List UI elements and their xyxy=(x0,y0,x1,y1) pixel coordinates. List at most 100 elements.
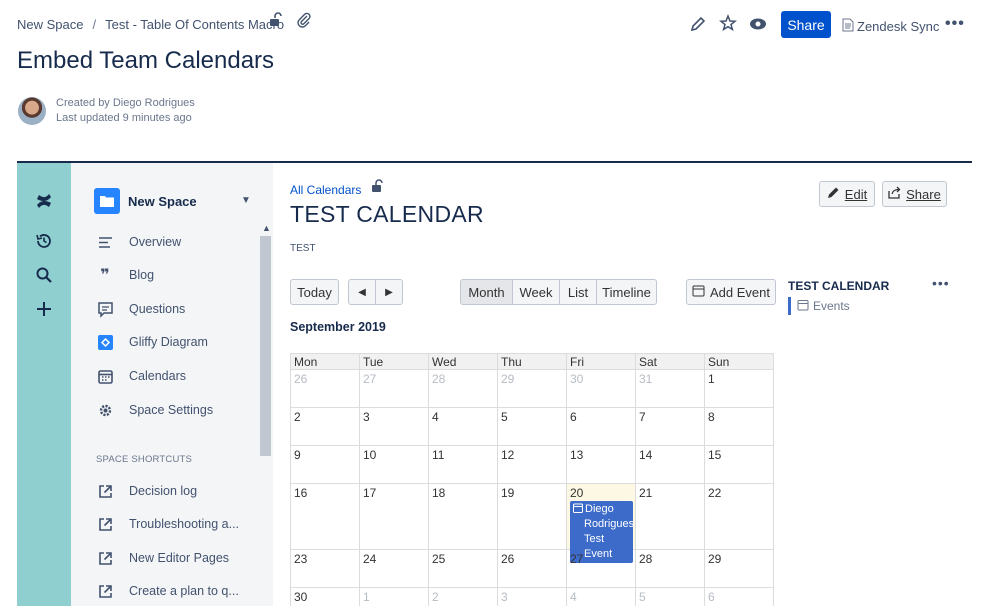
pencil-icon[interactable] xyxy=(689,15,707,33)
day-cell[interactable]: 13 xyxy=(566,446,635,483)
day-cell[interactable]: 5 xyxy=(635,588,704,606)
restriction-unlock-icon[interactable] xyxy=(371,179,383,198)
day-cell[interactable]: 27 xyxy=(359,370,428,407)
previous-month-button[interactable]: ◀ xyxy=(348,279,376,305)
day-cell[interactable]: 4 xyxy=(566,588,635,606)
sidebar-item-blog[interactable]: ❞ Blog xyxy=(95,266,154,284)
shortcut-decision-log[interactable]: Decision log xyxy=(95,482,197,500)
edit-button[interactable]: Edit xyxy=(819,181,875,207)
last-updated[interactable]: Last updated 9 minutes ago xyxy=(56,111,195,126)
view-month-button[interactable]: Month xyxy=(460,279,513,305)
confluence-logo-icon[interactable] xyxy=(34,191,54,211)
weekday-fri: Fri xyxy=(566,354,635,369)
day-cell[interactable]: 9 xyxy=(291,446,359,483)
weekday-mon: Mon xyxy=(294,355,318,369)
space-name: New Space xyxy=(128,193,197,209)
day-number: 9 xyxy=(294,448,301,462)
star-icon[interactable] xyxy=(719,14,737,32)
view-list-button[interactable]: List xyxy=(559,279,597,305)
breadcrumb-parent-page[interactable]: Test - Table Of Contents Macro xyxy=(105,17,284,32)
share-icon xyxy=(888,186,901,202)
external-link-icon xyxy=(95,515,115,533)
more-icon[interactable]: ••• xyxy=(945,15,965,33)
day-cell[interactable]: 25 xyxy=(428,550,497,587)
day-cell[interactable]: 3 xyxy=(359,408,428,445)
weekday-header: Mon Tue Wed Thu Fri Sat Sun xyxy=(290,353,774,369)
day-cell[interactable]: 6 xyxy=(566,408,635,445)
day-cell[interactable]: 24 xyxy=(359,550,428,587)
eye-icon[interactable] xyxy=(749,15,767,33)
day-cell[interactable]: 10 xyxy=(359,446,428,483)
day-number: 15 xyxy=(708,448,722,462)
day-cell[interactable]: 21 xyxy=(635,484,704,549)
day-cell[interactable]: 27 xyxy=(566,550,635,587)
day-cell[interactable]: 30 xyxy=(566,370,635,407)
day-cell[interactable]: 1 xyxy=(359,588,428,606)
day-cell[interactable]: 17 xyxy=(359,484,428,549)
more-icon[interactable]: ••• xyxy=(932,275,950,291)
day-cell[interactable]: 1 xyxy=(704,370,773,407)
day-cell[interactable]: 16 xyxy=(291,484,359,549)
sidebar-item-overview[interactable]: Overview xyxy=(95,233,181,251)
search-icon[interactable] xyxy=(34,265,54,285)
restriction-unlock-icon[interactable] xyxy=(268,12,284,33)
breadcrumb-space[interactable]: New Space xyxy=(17,17,83,32)
document-icon xyxy=(842,18,854,35)
shortcut-troubleshooting[interactable]: Troubleshooting a... xyxy=(95,515,239,533)
day-cell[interactable]: 20 Diego Rodrigues: Test Event xyxy=(566,484,637,563)
shortcut-create-a-plan[interactable]: Create a plan to q... xyxy=(95,582,239,600)
view-timeline-button[interactable]: Timeline xyxy=(596,279,657,305)
day-cell[interactable]: 8 xyxy=(704,408,773,445)
day-cell[interactable]: 31 xyxy=(635,370,704,407)
chevron-down-icon[interactable]: ▼ xyxy=(241,195,251,206)
today-button[interactable]: Today xyxy=(290,279,339,305)
day-cell[interactable]: 28 xyxy=(428,370,497,407)
attachment-icon[interactable] xyxy=(296,12,312,33)
all-calendars-link[interactable]: All Calendars xyxy=(290,183,361,197)
day-cell[interactable]: 22 xyxy=(704,484,773,549)
day-cell[interactable]: 6 xyxy=(704,588,773,606)
sidebar-item-gliffy-diagram[interactable]: Gliffy Diagram xyxy=(95,333,208,351)
day-cell[interactable]: 26 xyxy=(291,370,359,407)
day-cell[interactable]: 15 xyxy=(704,446,773,483)
create-icon[interactable] xyxy=(34,299,54,319)
add-event-button[interactable]: Add Event xyxy=(686,279,776,305)
scroll-up-arrow-icon[interactable]: ▲ xyxy=(262,223,271,233)
day-number: 29 xyxy=(501,372,515,386)
sidebar-item-questions[interactable]: Questions xyxy=(95,300,185,318)
calendar-share-button[interactable]: Share xyxy=(882,181,947,207)
day-cell[interactable]: 29 xyxy=(704,550,773,587)
day-cell[interactable]: 11 xyxy=(428,446,497,483)
day-cell[interactable]: 12 xyxy=(497,446,566,483)
day-cell[interactable]: 2 xyxy=(291,408,359,445)
day-cell[interactable]: 19 xyxy=(497,484,566,549)
day-cell[interactable]: 2 xyxy=(428,588,497,606)
sidebar-scrollbar-thumb[interactable] xyxy=(260,236,271,456)
avatar[interactable] xyxy=(18,97,46,125)
day-cell[interactable]: 23 xyxy=(291,550,359,587)
next-month-button[interactable]: ▶ xyxy=(375,279,403,305)
calendar-description: TEST xyxy=(290,243,316,254)
day-cell[interactable]: 18 xyxy=(428,484,497,549)
view-switcher: Month Week List Timeline xyxy=(460,279,657,305)
shortcut-new-editor-pages[interactable]: New Editor Pages xyxy=(95,549,229,567)
legend-events-item[interactable]: Events xyxy=(788,297,948,315)
zendesk-sync-button[interactable]: Zendesk Sync xyxy=(842,18,939,35)
sidebar-item-space-settings[interactable]: Space Settings xyxy=(95,401,213,419)
day-cell[interactable]: 4 xyxy=(428,408,497,445)
day-cell[interactable]: 28 xyxy=(635,550,704,587)
day-cell[interactable]: 3 xyxy=(497,588,566,606)
day-cell[interactable]: 5 xyxy=(497,408,566,445)
day-cell[interactable]: 26 xyxy=(497,550,566,587)
recent-icon[interactable] xyxy=(34,231,54,251)
day-cell[interactable]: 14 xyxy=(635,446,704,483)
sidebar-item-calendars[interactable]: Calendars xyxy=(95,367,186,385)
day-cell[interactable]: 29 xyxy=(497,370,566,407)
day-cell[interactable]: 30 xyxy=(291,588,359,606)
share-button[interactable]: Share xyxy=(781,11,831,38)
day-cell[interactable]: 7 xyxy=(635,408,704,445)
view-week-button[interactable]: Week xyxy=(512,279,560,305)
breadcrumb: New Space / Test - Table Of Contents Mac… xyxy=(17,17,284,32)
space-header[interactable]: New Space xyxy=(94,188,197,214)
sidebar-item-label: Overview xyxy=(129,235,182,249)
